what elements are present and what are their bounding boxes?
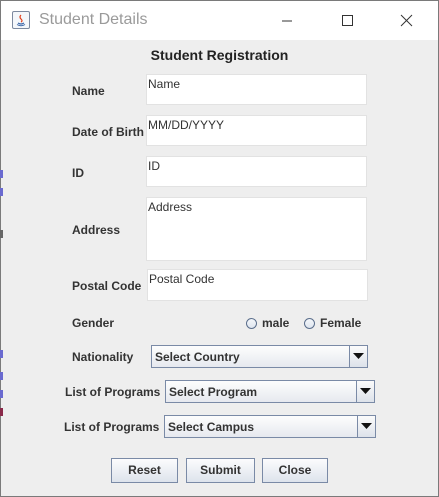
background-fragment xyxy=(0,170,3,178)
background-fragment xyxy=(0,390,3,398)
name-label: Name xyxy=(72,84,105,98)
reset-button[interactable]: Reset xyxy=(111,458,178,483)
name-field-value: Name xyxy=(148,77,181,91)
close-icon xyxy=(400,14,413,27)
gender-male-radio[interactable]: male xyxy=(246,316,289,330)
dropdown-arrow-icon[interactable] xyxy=(356,381,374,402)
radio-circle-icon[interactable] xyxy=(304,317,315,329)
campus-selected: Select Campus xyxy=(168,420,255,434)
dropdown-arrow-icon[interactable] xyxy=(357,416,375,437)
gender-male-label: male xyxy=(262,316,290,330)
background-fragment xyxy=(0,230,3,238)
background-fragment xyxy=(0,408,3,416)
student-details-window: Student Details Student Registration Nam… xyxy=(0,0,439,497)
nationality-selected: Select Country xyxy=(155,350,240,364)
postal-code-field-value: Postal Code xyxy=(149,272,215,286)
program-select[interactable]: Select Program xyxy=(165,380,375,403)
close-window-button[interactable] xyxy=(383,1,429,40)
program-selected: Select Program xyxy=(169,385,258,399)
background-fragment xyxy=(0,350,3,358)
maximize-icon xyxy=(342,15,353,26)
background-fragment xyxy=(0,188,3,196)
id-label: ID xyxy=(72,166,84,180)
postal-code-field[interactable]: Postal Code xyxy=(147,269,368,301)
dob-field[interactable]: MM/DD/YYYY xyxy=(146,115,367,146)
campus-select[interactable]: Select Campus xyxy=(164,415,376,438)
dob-label: Date of Birth xyxy=(72,125,144,139)
campus-label: List of Programs xyxy=(64,420,160,434)
radio-circle-icon[interactable] xyxy=(246,317,257,329)
gender-label: Gender xyxy=(72,316,115,330)
minimize-button[interactable] xyxy=(263,1,309,40)
submit-button[interactable]: Submit xyxy=(186,458,255,483)
java-app-icon xyxy=(12,11,30,29)
address-field-value: Address xyxy=(148,200,193,214)
title-bar[interactable]: Student Details xyxy=(1,1,438,40)
nationality-select[interactable]: Select Country xyxy=(151,345,368,368)
window-title: Student Details xyxy=(39,11,148,28)
gender-female-label: Female xyxy=(320,316,362,330)
dropdown-arrow-icon[interactable] xyxy=(349,346,367,367)
form-panel: Student Registration Name Name Date of B… xyxy=(1,40,438,496)
dob-field-value: MM/DD/YYYY xyxy=(148,118,225,132)
address-field[interactable]: Address xyxy=(146,197,367,261)
form-header: Student Registration xyxy=(150,47,289,63)
postal-code-label: Postal Code xyxy=(72,279,142,293)
address-label: Address xyxy=(72,223,121,237)
maximize-button[interactable] xyxy=(323,1,369,40)
name-field[interactable]: Name xyxy=(146,74,367,105)
background-fragment xyxy=(0,372,3,380)
gender-female-radio[interactable]: Female xyxy=(304,316,361,330)
id-field[interactable]: ID xyxy=(146,156,367,187)
id-field-value: ID xyxy=(148,159,160,173)
close-button[interactable]: Close xyxy=(262,458,328,483)
nationality-label: Nationality xyxy=(72,350,134,364)
program-label: List of Programs xyxy=(65,385,161,399)
